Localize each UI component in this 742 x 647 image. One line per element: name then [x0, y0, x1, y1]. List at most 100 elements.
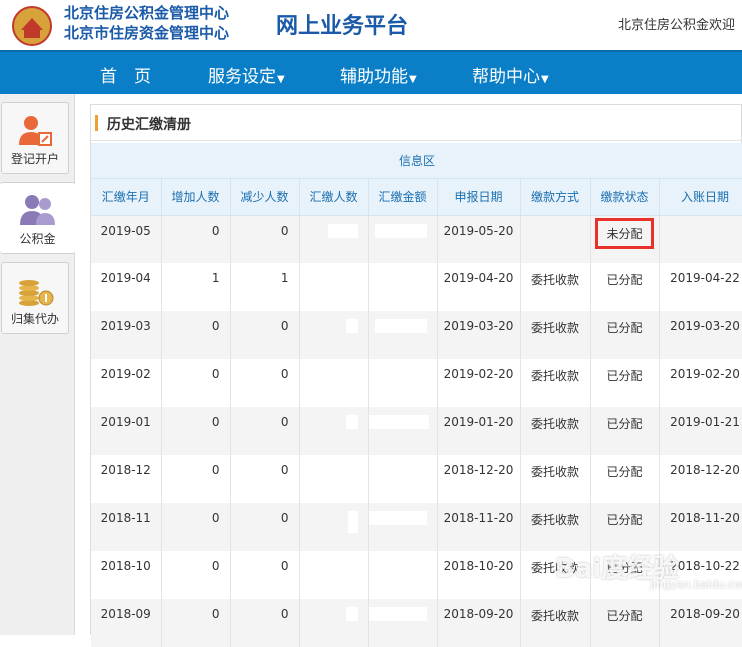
cell-payment-status: 已分配: [590, 407, 660, 455]
chevron-down-icon: ▼: [541, 74, 549, 85]
nav-service-settings-label: 服务设定: [208, 67, 276, 87]
table-row[interactable]: 2019-01 0 0 2019-01-20 委托收款 已分配 2019-01-…: [91, 407, 742, 455]
cell-payment-method: 委托收款: [520, 263, 591, 311]
cell-amount-masked: [368, 263, 438, 311]
table-row[interactable]: 2019-03 0 0 2019-03-20 委托收款 已分配 2019-03-…: [91, 311, 742, 359]
col-header-headcount[interactable]: 汇缴人数: [299, 179, 369, 216]
main-nav: 首 页 服务设定▼ 辅助功能▼ 帮助中心▼: [0, 50, 742, 94]
nav-service-settings[interactable]: 服务设定▼: [208, 62, 285, 87]
cell-month: 2019-04: [91, 263, 162, 311]
redaction-mask: [345, 319, 358, 333]
redaction-mask: [345, 415, 358, 429]
cell-report-date: 2018-11-20: [437, 503, 521, 551]
cell-headcount-masked: [299, 599, 369, 647]
cell-amount-masked: [368, 503, 438, 551]
cell-report-date: 2019-02-20: [437, 359, 521, 407]
cell-month: 2018-11: [91, 503, 162, 551]
cell-payment-method: 委托收款: [520, 311, 591, 359]
chevron-down-icon: ▼: [409, 74, 417, 85]
col-header-report-date[interactable]: 申报日期: [437, 179, 521, 216]
cell-added: 0: [161, 215, 231, 263]
cell-payment-status: 已分配: [590, 599, 660, 647]
cell-report-date: 2019-03-20: [437, 311, 521, 359]
cell-headcount-masked: [299, 407, 369, 455]
cell-posting-date: 2018-12-20: [659, 455, 742, 503]
redaction-mask: [327, 223, 358, 238]
table-row[interactable]: 2018-11 0 0 2018-11-20 委托收款 已分配 2018-11-…: [91, 503, 742, 551]
cell-payment-method: 委托收款: [520, 359, 591, 407]
cell-payment-status: 已分配: [590, 455, 660, 503]
nav-help[interactable]: 帮助中心▼: [472, 62, 549, 87]
cell-amount-masked: [368, 407, 438, 455]
title-accent-bar: [95, 115, 98, 131]
nav-auxiliary[interactable]: 辅助功能▼: [340, 62, 417, 87]
cell-reduced: 0: [230, 551, 300, 599]
cell-added: 0: [161, 407, 231, 455]
cell-reduced: 0: [230, 407, 300, 455]
redaction-mask: [347, 511, 358, 533]
cell-added: 0: [161, 311, 231, 359]
panel-header: 历史汇缴清册: [91, 105, 742, 141]
cell-amount-masked: [368, 551, 438, 599]
cell-posting-date: [659, 215, 742, 263]
table-row[interactable]: 2019-02 0 0 2019-02-20 委托收款 已分配 2019-02-…: [91, 359, 742, 407]
cell-amount-masked: [368, 215, 438, 263]
cell-headcount-masked: [299, 551, 369, 599]
table-row[interactable]: 2018-12 0 0 2018-12-20 委托收款 已分配 2018-12-…: [91, 455, 742, 503]
chevron-down-icon: ▼: [277, 74, 285, 85]
sidebar-item-register[interactable]: 登记开户: [1, 102, 69, 174]
redaction-mask: [368, 415, 429, 429]
cell-report-date: 2018-10-20: [437, 551, 521, 599]
col-header-payment-status[interactable]: 缴款状态: [590, 179, 660, 216]
cell-posting-date: 2018-11-20: [659, 503, 742, 551]
cell-headcount-masked: [299, 455, 369, 503]
col-header-posting-date[interactable]: 入账日期: [659, 179, 742, 216]
cell-month: 2018-12: [91, 455, 162, 503]
col-header-amount[interactable]: 汇缴金额: [368, 179, 438, 216]
cell-month: 2018-09: [91, 599, 162, 647]
cell-headcount-masked: [299, 311, 369, 359]
cell-amount-masked: [368, 311, 438, 359]
cell-amount-masked: [368, 599, 438, 647]
cell-posting-date: 2019-03-20: [659, 311, 742, 359]
table-row[interactable]: 2019-04 1 1 2019-04-20 委托收款 已分配 2019-04-…: [91, 263, 742, 311]
nav-home[interactable]: 首 页: [100, 62, 151, 87]
nav-home-label: 首 页: [100, 67, 151, 87]
sidebar-item-label: 公积金: [19, 232, 56, 246]
cell-added: 0: [161, 551, 231, 599]
table-header-row: 汇缴年月 增加人数 减少人数 汇缴人数 汇缴金额 申报日期 缴款方式 缴款状态 …: [91, 179, 742, 216]
welcome-text: 北京住房公积金欢迎: [618, 18, 736, 33]
sidebar-item-housing-fund[interactable]: 公积金: [0, 182, 75, 254]
table-row[interactable]: 2019-05 0 0 2019-05-20 未分配: [91, 215, 742, 263]
cell-payment-status: 未分配: [590, 215, 660, 263]
col-header-payment-method[interactable]: 缴款方式: [520, 179, 591, 216]
cell-reduced: 0: [230, 503, 300, 551]
cell-headcount-masked: [299, 359, 369, 407]
redaction-mask: [368, 607, 427, 621]
org-name-line1: 北京住房公积金管理中心: [64, 4, 230, 22]
housing-fund-logo[interactable]: [12, 6, 52, 46]
platform-title: 网上业务平台: [276, 14, 409, 39]
cell-payment-status: 已分配: [590, 311, 660, 359]
col-header-reduced[interactable]: 减少人数: [230, 179, 300, 216]
cell-reduced: 0: [230, 359, 300, 407]
sidebar-item-collection-agency[interactable]: 归集代办: [1, 262, 69, 334]
cell-month: 2019-02: [91, 359, 162, 407]
cell-added: 0: [161, 359, 231, 407]
table-row[interactable]: 2018-09 0 0 2018-09-20 委托收款 已分配 2018-09-…: [91, 599, 742, 647]
col-header-added[interactable]: 增加人数: [161, 179, 231, 216]
cell-headcount-masked: [299, 215, 369, 263]
redaction-mask: [345, 607, 358, 621]
status-unallocated-highlight: 未分配: [595, 217, 654, 249]
cell-payment-method: 委托收款: [520, 599, 591, 647]
cell-reduced: 0: [230, 455, 300, 503]
sidebar-item-label: 登记开户: [10, 152, 59, 166]
col-header-month[interactable]: 汇缴年月: [91, 179, 162, 216]
cell-amount-masked: [368, 359, 438, 407]
cell-headcount-masked: [299, 503, 369, 551]
sidebar: 登记开户 公积金 归集代办: [0, 94, 75, 635]
cell-added: 0: [161, 503, 231, 551]
cell-payment-method: [520, 215, 591, 263]
cell-posting-date: 2019-04-22: [659, 263, 742, 311]
cell-report-date: 2019-04-20: [437, 263, 521, 311]
